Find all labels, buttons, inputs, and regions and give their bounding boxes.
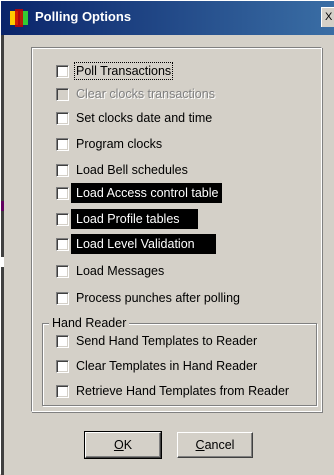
window-edge xyxy=(1,35,4,475)
cancel-button[interactable]: Cancel xyxy=(177,432,253,458)
checkbox[interactable] xyxy=(56,264,69,278)
app-icon xyxy=(10,9,28,27)
checkbox[interactable] xyxy=(56,359,69,373)
option-label: Send Hand Templates to Reader xyxy=(76,334,258,348)
option-label: Load Messages xyxy=(76,264,165,278)
checkbox[interactable] xyxy=(56,87,69,101)
option-load-bell-schedules[interactable]: Load Bell schedules xyxy=(56,161,188,179)
close-icon: X xyxy=(325,11,333,23)
option-load-access-control-table[interactable]: Load Access control table xyxy=(56,184,218,202)
checkbox[interactable] xyxy=(56,291,69,305)
checkbox[interactable] xyxy=(56,186,69,200)
option-clear-clocks-transactions[interactable]: Clear clocks transactions xyxy=(56,85,215,103)
option-poll-transactions[interactable]: Poll Transactions xyxy=(56,62,174,80)
checkbox[interactable] xyxy=(56,163,69,177)
checkbox[interactable] xyxy=(56,64,69,78)
option-label: Process punches after polling xyxy=(76,291,240,305)
option-process-punches[interactable]: Process punches after polling xyxy=(56,289,240,307)
hand-reader-group-title: Hand Reader xyxy=(49,316,130,330)
checkbox[interactable] xyxy=(56,111,69,125)
close-button[interactable]: X xyxy=(321,7,334,27)
option-label: Program clocks xyxy=(76,137,163,151)
polling-options-dialog: Polling Options X Poll Transactions Clea… xyxy=(0,0,334,475)
option-label: Poll Transactions xyxy=(73,62,174,80)
option-load-level-validation[interactable]: Load Level Validation xyxy=(56,235,195,253)
option-program-clocks[interactable]: Program clocks xyxy=(56,135,162,153)
ok-accelerator: O xyxy=(113,438,124,452)
ok-button[interactable]: OK xyxy=(84,431,162,459)
option-label: Clear clocks transactions xyxy=(76,87,215,101)
option-load-profile-tables[interactable]: Load Profile tables xyxy=(56,210,180,228)
option-clear-templates[interactable]: Clear Templates in Hand Reader xyxy=(56,357,257,375)
option-send-hand-templates[interactable]: Send Hand Templates to Reader xyxy=(56,332,257,350)
checkbox[interactable] xyxy=(56,334,69,348)
checkbox[interactable] xyxy=(56,384,69,398)
option-label: Retrieve Hand Templates from Reader xyxy=(76,384,290,398)
option-label: Set clocks date and time xyxy=(76,111,213,125)
option-label: Load Bell schedules xyxy=(76,163,188,177)
option-label: Load Level Validation xyxy=(76,237,195,251)
ok-label: K xyxy=(123,438,133,452)
option-load-messages[interactable]: Load Messages xyxy=(56,262,164,280)
checkbox[interactable] xyxy=(56,237,69,251)
window-title: Polling Options xyxy=(35,9,132,24)
cancel-label: ancel xyxy=(204,438,235,452)
option-label: Load Access control table xyxy=(76,186,219,200)
checkbox[interactable] xyxy=(56,212,69,226)
title-bar[interactable]: Polling Options X xyxy=(1,1,334,35)
checkbox[interactable] xyxy=(56,137,69,151)
option-set-clocks-date-time[interactable]: Set clocks date and time xyxy=(56,109,212,127)
option-label: Load Profile tables xyxy=(76,212,180,226)
option-label: Clear Templates in Hand Reader xyxy=(76,359,258,373)
cancel-accelerator: C xyxy=(195,438,205,452)
option-retrieve-hand-templates[interactable]: Retrieve Hand Templates from Reader xyxy=(56,382,289,400)
edge-mark xyxy=(1,257,4,267)
edge-mark xyxy=(1,201,4,211)
